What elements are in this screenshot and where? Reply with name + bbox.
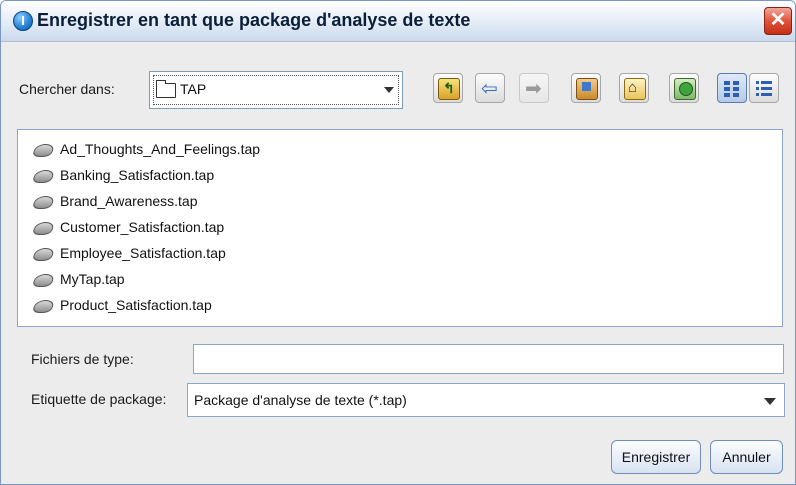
- tap-file-icon: [31, 222, 56, 235]
- file-type-value: Package d'analyse de texte (*.tap): [194, 392, 407, 408]
- tap-file-icon: [31, 196, 56, 209]
- close-button[interactable]: ✕: [764, 7, 792, 35]
- file-name: Employee_Satisfaction.tap: [60, 245, 226, 261]
- save-dialog: Enregistrer en tant que package d'analys…: [0, 0, 796, 485]
- details-view-icon: [754, 78, 774, 98]
- look-in-label: Chercher dans:: [19, 81, 115, 97]
- file-list[interactable]: Ad_Thoughts_And_Feelings.tap Banking_Sat…: [17, 129, 783, 327]
- tap-file-icon: [31, 170, 56, 183]
- look-in-value: TAP: [180, 81, 207, 97]
- look-in-combo[interactable]: TAP: [149, 71, 403, 109]
- file-name-label: Fichiers de type:: [31, 351, 134, 367]
- chevron-down-icon: [384, 87, 394, 93]
- forward-button[interactable]: ➡: [519, 73, 549, 103]
- up-folder-button[interactable]: ↰: [433, 73, 463, 103]
- cancel-button[interactable]: Annuler: [710, 440, 783, 474]
- desktop-icon: [576, 78, 598, 100]
- file-name: Brand_Awareness.tap: [60, 193, 198, 209]
- title-bar[interactable]: Enregistrer en tant que package d'analys…: [1, 1, 795, 42]
- back-button[interactable]: ⇦: [475, 73, 505, 103]
- window-title: Enregistrer en tant que package d'analys…: [37, 10, 471, 30]
- file-name: Ad_Thoughts_And_Feelings.tap: [60, 141, 261, 157]
- forward-icon: ➡: [525, 78, 542, 100]
- file-type-label: Etiquette de package:: [31, 391, 167, 407]
- file-name: Product_Satisfaction.tap: [60, 297, 212, 313]
- tap-file-icon: [31, 248, 56, 261]
- close-icon: ✕: [769, 9, 787, 31]
- new-folder-icon: [674, 78, 696, 100]
- file-type-select[interactable]: Package d'analyse de texte (*.tap): [187, 383, 785, 417]
- chevron-down-icon: [764, 398, 776, 405]
- tap-file-icon: [31, 144, 56, 157]
- list-view-icon: [722, 78, 742, 98]
- file-name: Banking_Satisfaction.tap: [60, 167, 215, 183]
- details-view-button[interactable]: [749, 73, 779, 103]
- tap-file-icon: [31, 274, 56, 287]
- desktop-button[interactable]: [571, 73, 601, 103]
- file-name-input[interactable]: [193, 344, 784, 374]
- home-icon: ⌂: [624, 78, 646, 100]
- info-icon: [13, 11, 33, 31]
- file-name: Customer_Satisfaction.tap: [60, 219, 225, 235]
- folder-icon: [156, 80, 176, 98]
- save-button[interactable]: Enregistrer: [611, 440, 701, 474]
- folder-up-icon: ↰: [438, 78, 460, 100]
- list-view-button[interactable]: [717, 73, 747, 103]
- home-button[interactable]: ⌂: [619, 73, 649, 103]
- new-folder-button[interactable]: [669, 73, 699, 103]
- tap-file-icon: [31, 300, 56, 313]
- back-icon: ⇦: [481, 78, 498, 100]
- file-name: MyTap.tap: [60, 271, 125, 287]
